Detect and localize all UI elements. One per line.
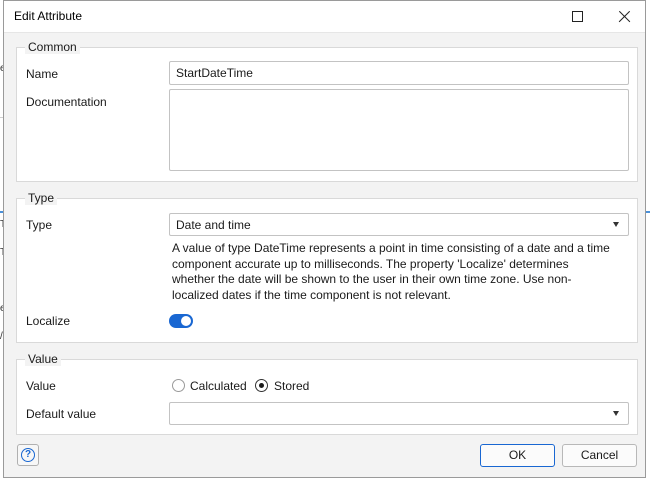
localize-label: Localize xyxy=(26,314,71,328)
common-group: Common Name StartDateTime Documentation xyxy=(16,40,638,182)
maximize-icon xyxy=(572,11,583,22)
type-select[interactable]: Date and time xyxy=(169,213,629,236)
stored-radio-label[interactable]: Stored xyxy=(274,379,309,393)
calculated-radio-label[interactable]: Calculated xyxy=(190,379,247,393)
cancel-button[interactable]: Cancel xyxy=(562,444,637,467)
name-input-value: StartDateTime xyxy=(176,66,253,80)
value-label: Value xyxy=(26,379,56,393)
localize-toggle[interactable] xyxy=(169,314,193,328)
type-label: Type xyxy=(26,218,53,232)
documentation-textarea[interactable] xyxy=(169,89,629,171)
dropdown-caret-icon xyxy=(613,222,619,227)
stored-radio[interactable] xyxy=(255,379,268,392)
ok-button[interactable]: OK xyxy=(480,444,555,467)
maximize-button[interactable] xyxy=(557,3,597,30)
common-legend: Common xyxy=(25,40,80,54)
default-value-select[interactable] xyxy=(169,402,629,425)
calculated-radio[interactable] xyxy=(172,379,185,392)
help-icon: ? xyxy=(21,448,35,462)
name-input[interactable]: StartDateTime xyxy=(169,61,629,85)
dropdown-caret-icon xyxy=(613,411,619,416)
dialog-title: Edit Attribute xyxy=(14,9,83,23)
help-button[interactable]: ? xyxy=(17,444,39,466)
default-value-label: Default value xyxy=(26,407,97,421)
title-bar: Edit Attribute xyxy=(4,1,645,33)
background-accent-line-right xyxy=(646,211,650,213)
name-label: Name xyxy=(26,67,59,81)
value-legend: Value xyxy=(25,352,61,366)
edit-attribute-dialog: Edit Attribute Common Name StartDateTime… xyxy=(3,0,646,478)
type-legend: Type xyxy=(25,191,58,205)
type-select-value: Date and time xyxy=(176,218,251,232)
value-group: Value Value Calculated Stored Default va… xyxy=(16,352,638,435)
type-description: A value of type DateTime represents a po… xyxy=(172,241,610,302)
close-button[interactable] xyxy=(604,3,644,30)
toggle-knob xyxy=(181,316,191,326)
documentation-label: Documentation xyxy=(26,95,107,109)
type-group: Type Type Date and time A value of type … xyxy=(16,191,638,343)
